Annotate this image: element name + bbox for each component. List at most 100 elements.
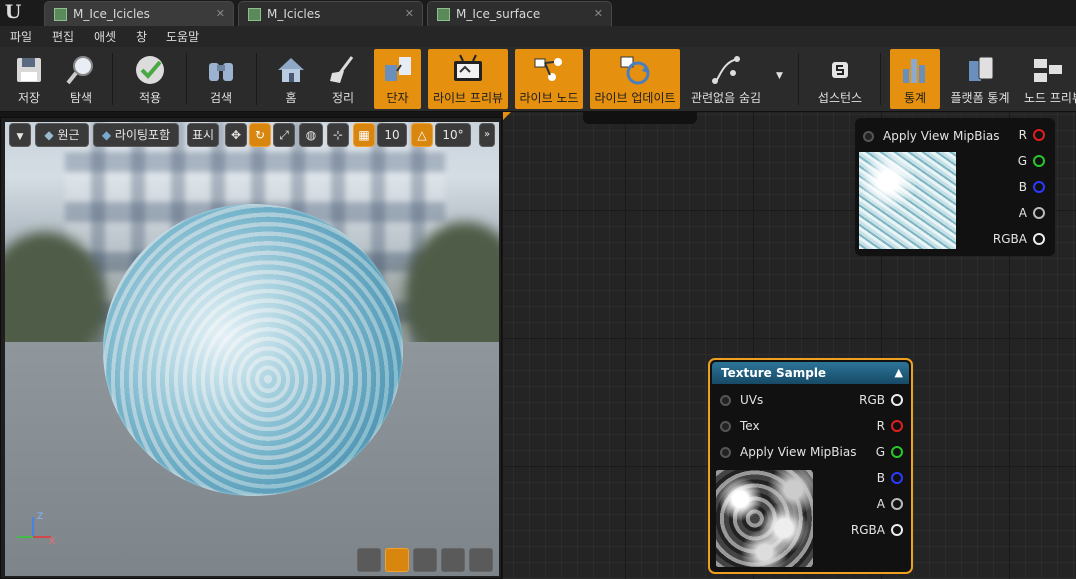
- toolbar: 저장 탐색 적용 검색 홈 정리 단자 라이브 프리뷰 라이브 노드 라이브 업…: [0, 47, 1076, 112]
- toolbar-separator: [256, 53, 257, 105]
- world-local-toggle[interactable]: ◍: [299, 123, 323, 147]
- home-button[interactable]: 홈: [266, 49, 316, 109]
- view-mode-dropdown[interactable]: ◆ 라이팅포함: [93, 123, 179, 147]
- texture-thumbnail-noise: [716, 470, 813, 567]
- close-icon[interactable]: ✕: [594, 2, 603, 26]
- input-tex[interactable]: Tex: [720, 418, 760, 434]
- material-asset-icon: [248, 8, 261, 21]
- menu-help[interactable]: 도움말: [166, 28, 199, 45]
- hide-connectors-button[interactable]: 단자: [374, 49, 421, 109]
- axis-x-label: X: [49, 537, 55, 545]
- hide-unrelated-icon: [712, 56, 740, 84]
- save-button[interactable]: 저장: [6, 49, 52, 109]
- connectors-icon: [384, 57, 411, 81]
- output-g[interactable]: G: [1018, 153, 1045, 169]
- output-rgba[interactable]: RGBA: [851, 522, 903, 538]
- tab-m-ice-surface[interactable]: M_Ice_surface ✕: [427, 1, 612, 26]
- preview-cube-button[interactable]: [441, 548, 465, 572]
- preview-viewport[interactable]: Z X ▼ ◆ 원근 ◆ 라이팅포함 표시 ✥ ↻ ⤢ ◍ ⊹ ▦ 10 △ 1…: [0, 117, 502, 579]
- tab-m-ice-icicles[interactable]: M_Ice_Icicles ✕: [44, 1, 234, 26]
- texture-sample-node-upper[interactable]: Apply View MipBias R G B A RGBA: [855, 118, 1055, 256]
- live-update-button[interactable]: 라이브 업데이트: [590, 49, 680, 109]
- move-icon: ✥: [230, 128, 242, 142]
- globe-icon: ◍: [305, 128, 317, 142]
- close-icon[interactable]: ✕: [405, 2, 414, 26]
- rotation-snap-dropdown[interactable]: 10°: [435, 123, 471, 147]
- tab-m-icicles[interactable]: M_Icicles ✕: [238, 1, 423, 26]
- rotation-snap-toggle[interactable]: △: [411, 123, 433, 147]
- platform-stats-button[interactable]: 플랫폼 통계: [946, 49, 1014, 109]
- checkmark-icon: [136, 56, 164, 84]
- offscreen-node[interactable]: [583, 112, 697, 124]
- menu-window[interactable]: 창: [136, 28, 147, 45]
- rotate-tool-button[interactable]: ↻: [249, 123, 271, 147]
- scale-tool-button[interactable]: ⤢: [273, 123, 295, 147]
- close-icon[interactable]: ✕: [216, 2, 225, 26]
- preview-sphere-button[interactable]: [385, 548, 409, 572]
- input-apply-mip[interactable]: Apply View MipBias: [720, 444, 856, 460]
- output-a[interactable]: A: [1019, 205, 1045, 221]
- preview-cylinder-button[interactable]: [357, 548, 381, 572]
- output-a[interactable]: A: [877, 496, 903, 512]
- hide-unrelated-button[interactable]: 관련없음 숨김: [688, 49, 764, 109]
- translate-tool-button[interactable]: ✥: [225, 123, 247, 147]
- material-graph-canvas[interactable]: Apply View MipBias R G B A RGBA Texture …: [503, 112, 1076, 579]
- output-r[interactable]: R: [877, 418, 903, 434]
- collapse-triangle-icon[interactable]: ▲: [895, 362, 903, 384]
- viewport-options-dropdown[interactable]: ▼: [9, 123, 31, 147]
- output-rgba[interactable]: RGBA: [993, 231, 1045, 247]
- node-title: Texture Sample: [721, 366, 827, 380]
- live-nodes-icon: [534, 58, 562, 81]
- preview-mesh-button[interactable]: [469, 548, 493, 572]
- unreal-logo-icon: U: [4, 1, 22, 23]
- magnifier-icon: [66, 56, 93, 85]
- output-r[interactable]: R: [1019, 127, 1045, 143]
- live-preview-button[interactable]: 라이브 프리뷰: [428, 49, 508, 109]
- stats-button[interactable]: 통계: [890, 49, 940, 109]
- browse-button[interactable]: 탐색: [56, 49, 106, 109]
- preview-plane-button[interactable]: [413, 548, 437, 572]
- output-b[interactable]: B: [877, 470, 903, 486]
- apply-mip-pin[interactable]: Apply View MipBias: [863, 128, 999, 144]
- toolbar-separator: [112, 53, 113, 105]
- menu-asset[interactable]: 애셋: [94, 28, 116, 45]
- perspective-dropdown[interactable]: ◆ 원근: [35, 123, 89, 147]
- preview-sphere: [103, 204, 403, 496]
- substance-button[interactable]: 섭스턴스: [810, 49, 870, 109]
- material-editor-window: U M_Ice_Icicles ✕ M_Icicles ✕ M_Ice_surf…: [0, 0, 1076, 579]
- node-preview-button[interactable]: 노드 프리뷰: [1020, 49, 1076, 109]
- graph-corner-marker: [503, 112, 511, 120]
- chevron-down-icon: ▼: [776, 71, 783, 81]
- grid-snap-toggle[interactable]: ▦: [353, 123, 375, 147]
- live-update-icon: [620, 56, 650, 85]
- tab-bar: U M_Ice_Icicles ✕ M_Icicles ✕ M_Ice_surf…: [0, 0, 1076, 26]
- node-title-bar[interactable]: Texture Sample ▲: [712, 362, 909, 384]
- texture-sample-node[interactable]: Texture Sample ▲ UVs Tex Apply View MipB…: [708, 358, 913, 574]
- chevron-down-icon: ▼: [16, 132, 24, 142]
- menu-bar: 파일 편집 애셋 창 도움말: [0, 26, 1076, 47]
- axis-z-label: Z: [37, 512, 43, 522]
- live-nodes-button[interactable]: 라이브 노드: [515, 49, 583, 109]
- input-uvs[interactable]: UVs: [720, 392, 763, 408]
- material-asset-icon: [437, 8, 450, 21]
- grid-size-dropdown[interactable]: 10: [377, 123, 407, 147]
- substance-icon: [832, 62, 848, 78]
- hide-unrelated-dropdown[interactable]: ▼: [772, 49, 790, 109]
- preview-scene[interactable]: Z X: [5, 122, 499, 576]
- texture-thumbnail-ice: [859, 152, 956, 249]
- surface-snap-button[interactable]: ⊹: [327, 123, 349, 147]
- clean-up-button[interactable]: 정리: [320, 49, 366, 109]
- output-rgb[interactable]: RGB: [859, 392, 903, 408]
- viewport-overflow-button[interactable]: »: [479, 123, 495, 147]
- output-g[interactable]: G: [876, 444, 903, 460]
- menu-file[interactable]: 파일: [10, 28, 32, 45]
- axis-widget: Z X: [13, 511, 57, 548]
- apply-button[interactable]: 적용: [120, 49, 180, 109]
- show-dropdown[interactable]: 표시: [187, 123, 219, 147]
- snap-icon: ⊹: [332, 128, 344, 142]
- material-asset-icon: [54, 8, 67, 21]
- tab-label: M_Ice_Icicles: [73, 7, 150, 21]
- search-button[interactable]: 검색: [194, 49, 248, 109]
- output-b[interactable]: B: [1019, 179, 1045, 195]
- menu-edit[interactable]: 편집: [52, 28, 74, 45]
